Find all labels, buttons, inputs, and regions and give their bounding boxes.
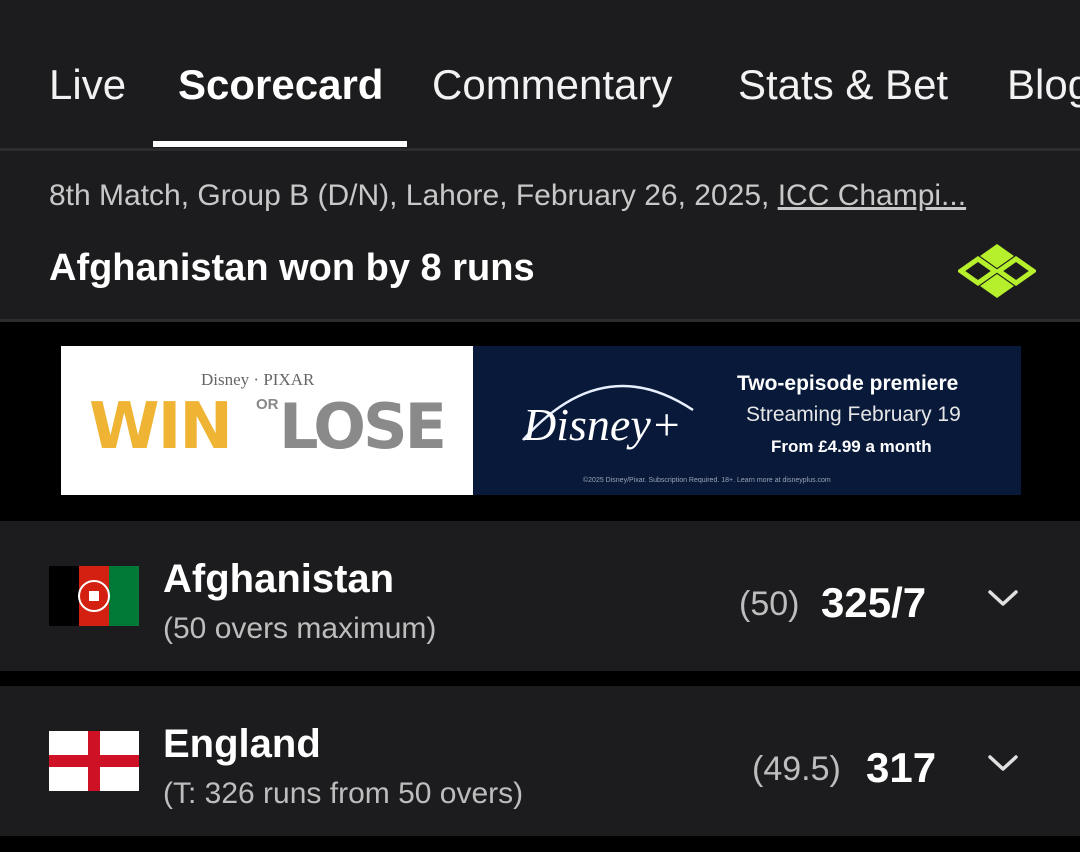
ad-fine-print: ©2025 Disney/Pixar. Subscription Require…: [583, 477, 831, 484]
layers-diamond-icon[interactable]: [958, 240, 1036, 300]
ad-title-or: OR: [256, 396, 279, 413]
overs: (50): [739, 585, 800, 623]
ad-streaming-panel: Disney+ Two-episode premiere Streaming F…: [473, 346, 1021, 495]
divider: [0, 671, 1080, 685]
ad-title-lose: LOSE: [279, 390, 447, 463]
tab-bar: Live Scorecard Commentary Stats & Bet Bl…: [0, 0, 1080, 148]
overs: (49.5): [752, 750, 841, 788]
team-subtitle: (50 overs maximum): [163, 612, 437, 645]
active-tab-indicator: [153, 141, 407, 147]
chevron-down-icon[interactable]: [986, 587, 1020, 609]
disney-plus-logo: Disney+: [523, 399, 682, 450]
match-result: Afghanistan won by 8 runs: [49, 247, 535, 289]
divider: [0, 319, 1080, 322]
ad-brand-line: Disney · PIXAR: [201, 370, 315, 389]
ad-movie-panel: Disney · PIXAR WIN OR LOSE: [61, 346, 473, 495]
ad-price: From £4.99 a month: [771, 437, 932, 456]
divider: [0, 836, 1080, 852]
tab-live[interactable]: Live: [49, 60, 126, 110]
team-row-afghanistan[interactable]: Afghanistan (50 overs maximum) (50) 325/…: [0, 521, 1080, 671]
team-score: 325/7: [821, 579, 927, 626]
series-link[interactable]: ICC Champi...: [778, 179, 966, 212]
match-details: 8th Match, Group B (D/N), Lahore, Februa…: [49, 179, 778, 212]
tab-blog[interactable]: Blog: [1007, 60, 1080, 110]
team-row-england[interactable]: England (T: 326 runs from 50 overs) (49.…: [0, 686, 1080, 836]
team-score: 317: [866, 744, 937, 791]
match-description: 8th Match, Group B (D/N), Lahore, Februa…: [49, 178, 966, 214]
team-name: Afghanistan: [163, 557, 395, 601]
team-subtitle: (T: 326 runs from 50 overs): [163, 777, 524, 810]
england-flag: [49, 731, 139, 791]
tab-scorecard[interactable]: Scorecard: [178, 60, 383, 110]
afghanistan-flag: [49, 566, 139, 626]
ad-headline: Two-episode premiere: [737, 372, 959, 395]
ad-subline: Streaming February 19: [746, 403, 961, 426]
team-name: England: [163, 722, 321, 766]
chevron-down-icon[interactable]: [986, 752, 1020, 774]
ad-title-win: WIN: [89, 390, 233, 464]
tab-stats-bet[interactable]: Stats & Bet: [738, 60, 948, 110]
match-info-panel: [0, 151, 1080, 319]
ad-banner[interactable]: Disney · PIXAR WIN OR LOSE Disney+ Two-e…: [61, 346, 1021, 495]
tab-commentary[interactable]: Commentary: [432, 60, 672, 110]
